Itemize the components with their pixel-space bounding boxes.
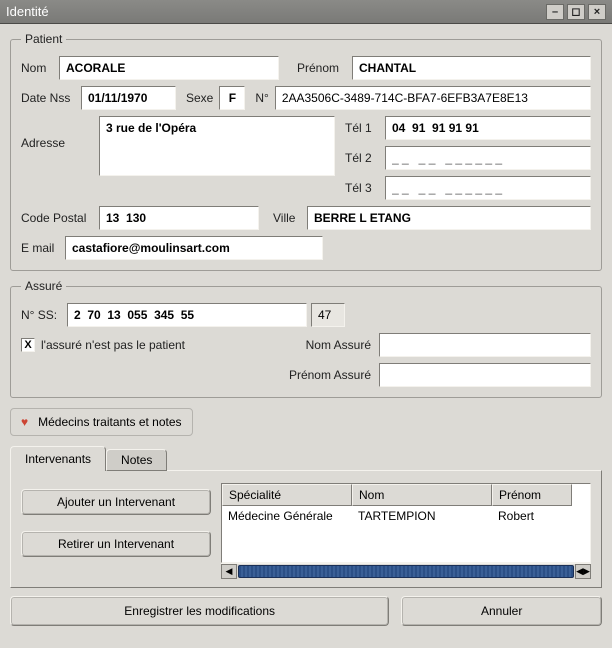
window-title: Identité [6,4,543,19]
scroll-thumb[interactable] [238,565,574,578]
label-tel2: Tél 2 [345,151,385,165]
save-button[interactable]: Enregistrer les modifications [10,596,389,626]
cancel-button[interactable]: Annuler [401,596,602,626]
codepostal-input[interactable] [99,206,259,230]
titlebar: Identité – ◻ × [0,0,612,24]
client-area: Patient Nom Prénom Date Nss Sexe N° Adre… [0,24,612,636]
nom-input[interactable] [59,56,279,80]
medecins-title: Médecins traitants et notes [38,415,181,429]
datenss-input[interactable] [81,86,176,110]
label-adresse: Adresse [21,116,81,150]
nss-input[interactable] [67,303,307,327]
num-input[interactable] [275,86,591,110]
ville-input[interactable] [307,206,591,230]
remove-intervenant-button[interactable]: Retirer un Intervenant [21,531,211,557]
td-prenom: Robert [492,506,572,526]
scroll-right-icon[interactable]: ◀▶ [575,564,591,579]
tabs: Intervenants Notes Ajouter un Intervenan… [10,446,602,588]
add-intervenant-button[interactable]: Ajouter un Intervenant [21,489,211,515]
nss-key-input[interactable] [311,303,345,327]
assure-prenom-input[interactable] [379,363,591,387]
heart-icon: ♥ [21,415,28,429]
assure-legend: Assuré [21,279,66,293]
label-assure-prenom: Prénom Assuré [281,368,371,382]
label-tel3: Tél 3 [345,181,385,195]
label-nss: N° SS: [21,308,67,322]
tel1-input[interactable] [385,116,591,140]
patient-fieldset: Patient Nom Prénom Date Nss Sexe N° Adre… [10,32,602,271]
td-specialite: Médecine Générale [222,506,352,526]
tabpanel-intervenants: Ajouter un Intervenant Retirer un Interv… [10,470,602,588]
th-specialite[interactable]: Spécialité [222,484,352,506]
tel3-input[interactable] [385,176,591,200]
label-notpatient: l'assuré n'est pas le patient [41,338,281,352]
hscrollbar[interactable]: ◀ ◀▶ [221,563,591,579]
medecins-header[interactable]: ♥ Médecins traitants et notes [10,408,193,436]
label-codepostal: Code Postal [21,211,99,225]
th-prenom[interactable]: Prénom [492,484,572,506]
email-input[interactable] [65,236,323,260]
notpatient-checkbox[interactable]: X [21,338,35,352]
label-nom: Nom [21,61,59,75]
label-tel1: Tél 1 [345,121,385,135]
th-nom[interactable]: Nom [352,484,492,506]
footer-buttons: Enregistrer les modifications Annuler [10,596,602,626]
prenom-input[interactable] [352,56,591,80]
label-ville: Ville [273,211,307,225]
close-button[interactable]: × [588,4,606,20]
tel2-input[interactable] [385,146,591,170]
minimize-button[interactable]: – [546,4,564,20]
tab-intervenants[interactable]: Intervenants [10,446,106,471]
assure-fieldset: Assuré N° SS: X l'assuré n'est pas le pa… [10,279,602,398]
adresse-input[interactable]: 3 rue de l'Opéra [99,116,335,176]
table-header: Spécialité Nom Prénom [222,484,590,506]
assure-nom-input[interactable] [379,333,591,357]
scroll-left-icon[interactable]: ◀ [221,564,237,579]
patient-legend: Patient [21,32,66,46]
td-nom: TARTEMPION [352,506,492,526]
tabbar: Intervenants Notes [10,446,602,471]
sexe-input[interactable] [219,86,245,110]
label-num: N° [255,91,268,105]
label-datenss: Date Nss [21,91,81,105]
label-assure-nom: Nom Assuré [281,338,371,352]
label-sexe: Sexe [186,91,213,105]
maximize-button[interactable]: ◻ [567,4,585,20]
label-prenom: Prénom [297,61,352,75]
table-row[interactable]: Médecine Générale TARTEMPION Robert [222,506,590,526]
intervenants-table: Spécialité Nom Prénom Médecine Générale … [221,483,591,563]
label-email: E mail [21,241,65,255]
tab-notes[interactable]: Notes [106,449,167,471]
